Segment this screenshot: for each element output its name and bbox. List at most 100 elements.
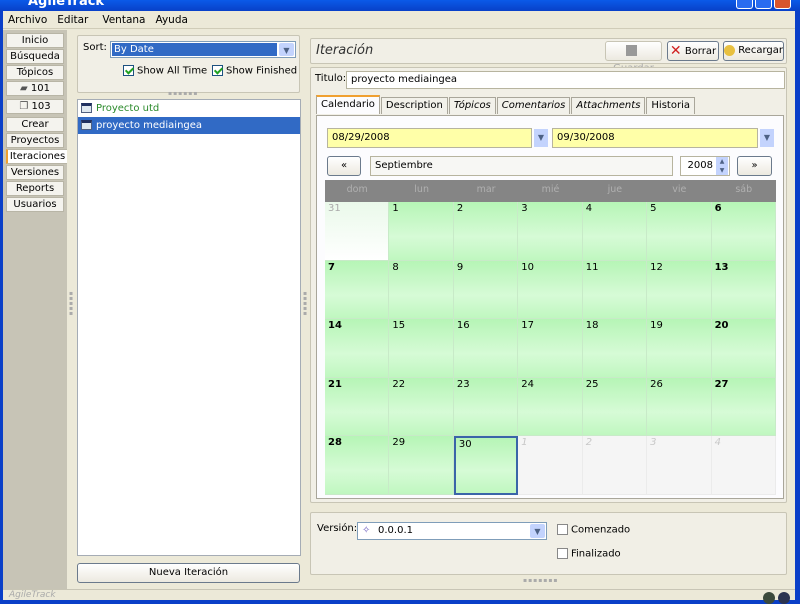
calendar-day[interactable]: 3	[647, 436, 712, 495]
calendar-day[interactable]: 1	[518, 436, 583, 495]
new-iteration-button[interactable]: Nueva Iteración	[77, 563, 300, 583]
calendar-day[interactable]: 24	[518, 377, 583, 437]
show-finished-checkbox[interactable]: Show Finished	[212, 65, 297, 77]
reload-button[interactable]: Recargar	[723, 41, 784, 61]
start-date-input[interactable]: 08/29/2008	[327, 128, 532, 148]
tab-calendario[interactable]: Calendario	[316, 95, 380, 114]
calendar-day[interactable]: 5	[647, 202, 712, 261]
calendar-day[interactable]: 12	[647, 260, 712, 320]
tab-topicos[interactable]: Tópicos	[448, 97, 496, 114]
calendar-day[interactable]: 26	[647, 377, 712, 437]
comenzado-label: Comenzado	[571, 524, 631, 536]
calendar-day[interactable]: 16	[453, 319, 519, 378]
calendar-day[interactable]: 21	[325, 377, 390, 437]
weekday-label: dom	[346, 184, 368, 195]
show-all-time-checkbox[interactable]: Show All Time	[123, 65, 207, 77]
nav-versiones[interactable]: Versiones	[6, 165, 64, 180]
delete-label: Borrar	[684, 46, 717, 57]
calendar-day[interactable]: 8	[389, 260, 454, 320]
menu-ventana[interactable]: Ventana	[97, 11, 150, 29]
nav-inicio[interactable]: Inicio	[6, 33, 64, 48]
calendar-day[interactable]: 15	[389, 319, 454, 378]
list-item[interactable]: Proyecto utd	[78, 100, 300, 117]
splitter-grip[interactable]: ▪ ▪ ▪ ▪ ▪	[69, 291, 73, 317]
nav-label: Inicio	[21, 35, 49, 46]
calendar-day[interactable]: 9	[453, 260, 519, 320]
calendar-day[interactable]: 4	[582, 202, 648, 261]
calendar-day[interactable]: 20	[711, 319, 776, 378]
calendar-day[interactable]: 4	[711, 436, 776, 495]
menu-archivo[interactable]: Archivo	[3, 11, 52, 29]
close-button[interactable]	[774, 0, 791, 9]
tab-historia[interactable]: Historia	[646, 97, 695, 114]
calendar-day[interactable]: 2	[582, 436, 648, 495]
calendar-day[interactable]: 7	[325, 260, 390, 320]
comenzado-checkbox[interactable]: Comenzado	[557, 524, 630, 536]
nav-proyectos[interactable]: Proyectos	[6, 133, 64, 148]
nav-reports[interactable]: Reports	[6, 181, 64, 196]
status-indicator-icon	[778, 592, 790, 604]
titulo-input[interactable]: proyecto mediaingea	[346, 71, 785, 89]
tab-comentarios[interactable]: Comentarios	[496, 97, 571, 114]
menu-ayuda[interactable]: Ayuda	[150, 11, 192, 29]
prev-month-button[interactable]: «	[327, 156, 361, 176]
calendar-day[interactable]: 23	[453, 377, 519, 437]
sort-value: By Date	[112, 43, 277, 56]
checkbox-icon	[557, 548, 568, 559]
checkbox-icon	[557, 524, 568, 535]
calendar-day[interactable]: 1	[389, 202, 454, 261]
nav-topicos[interactable]: Tópicos	[6, 65, 64, 80]
show-all-time-label: Show All Time	[137, 65, 208, 77]
splitter-grip[interactable]: ▪▪▪▪▪▪	[168, 90, 198, 97]
status-bar: AgileTrack	[3, 589, 795, 604]
calendar-day[interactable]: 13	[711, 260, 776, 320]
calendar-day[interactable]: 28	[325, 436, 390, 495]
version-icon: ✧	[362, 525, 371, 536]
nav-iteraciones[interactable]: Iteraciones	[6, 149, 67, 164]
splitter-grip[interactable]: ▪ ▪ ▪ ▪ ▪	[303, 291, 307, 317]
calendar-day[interactable]: 31	[325, 202, 390, 261]
finalizado-checkbox[interactable]: Finalizado	[557, 548, 621, 560]
sort-select[interactable]: By Date ▼	[110, 41, 296, 58]
calendar-day[interactable]: 11	[582, 260, 648, 320]
menu-editar[interactable]: Editar	[52, 11, 93, 29]
spinner-arrows-icon[interactable]: ▲ ▼	[716, 157, 728, 175]
minimize-button[interactable]	[736, 0, 753, 9]
next-month-button[interactable]: »	[737, 156, 772, 176]
calendar-day[interactable]: 10	[518, 260, 583, 320]
list-item-selected[interactable]: proyecto mediaingea	[78, 117, 300, 134]
calendar-day[interactable]: 17	[518, 319, 583, 378]
calendar-day[interactable]: 30	[453, 436, 519, 495]
calendar-day[interactable]: 3	[518, 202, 583, 261]
version-group: Versión: ✧ 0.0.0.1 ▼ Comenzado Finalizad…	[310, 512, 787, 575]
version-select[interactable]: ✧ 0.0.0.1 ▼	[357, 522, 547, 540]
splitter-grip[interactable]: ▪▪▪▪▪▪▪	[523, 577, 558, 584]
nav-101[interactable]: ▰ 101	[6, 81, 64, 96]
nav-sidebar	[3, 30, 67, 590]
save-icon	[626, 44, 637, 56]
show-finished-label: Show Finished	[226, 65, 298, 77]
nav-103[interactable]: ❐ 103	[6, 99, 64, 114]
nav-busqueda[interactable]: Búsqueda	[6, 49, 64, 64]
calendar-day[interactable]: 25	[582, 377, 648, 437]
delete-button[interactable]: ✕ Borrar	[667, 41, 719, 61]
nav-usuarios[interactable]: Usuarios	[6, 197, 64, 212]
calendar-day[interactable]: 18	[582, 319, 648, 378]
calendar-day[interactable]: 22	[389, 377, 454, 437]
detail-header: Iteración Guardar ✕ Borrar Recargar	[310, 38, 787, 74]
list-item-label: Proyecto utd	[96, 103, 160, 114]
save-button[interactable]: Guardar	[605, 41, 662, 74]
start-date-dropdown[interactable]: ▼	[534, 129, 548, 147]
end-date-dropdown[interactable]: ▼	[760, 129, 774, 147]
calendar-day[interactable]: 29	[389, 436, 454, 495]
end-date-input[interactable]: 09/30/2008	[552, 128, 758, 148]
calendar-day[interactable]: 2	[453, 202, 519, 261]
nav-crear[interactable]: Crear	[6, 117, 64, 132]
calendar-day[interactable]: 14	[325, 319, 390, 378]
calendar-day[interactable]: 19	[647, 319, 712, 378]
tab-attachments[interactable]: Attachments	[571, 97, 646, 114]
tab-description[interactable]: Description	[380, 97, 448, 114]
calendar-day[interactable]: 27	[711, 377, 776, 437]
maximize-button[interactable]	[755, 0, 772, 9]
calendar-day[interactable]: 6	[711, 202, 776, 261]
